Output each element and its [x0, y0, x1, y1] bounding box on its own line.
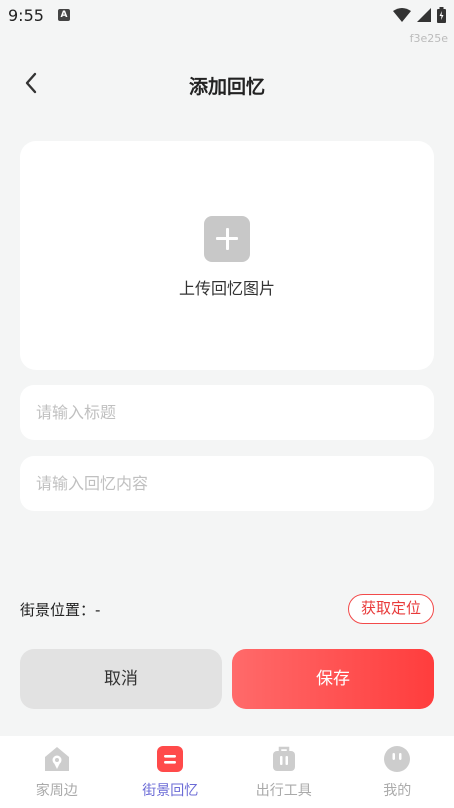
save-button[interactable]: 保存: [232, 649, 434, 709]
build-tag: f3e25e: [409, 32, 448, 45]
title-input[interactable]: [20, 385, 434, 440]
tab-travel-tools[interactable]: 出行工具: [227, 736, 341, 808]
battery-icon: [437, 7, 446, 23]
status-icons: [393, 6, 446, 24]
location-row: 街景位置：- 获取定位: [20, 594, 434, 624]
plus-icon: [204, 216, 250, 262]
notification-a-icon: A: [58, 9, 70, 21]
tab-label: 出行工具: [255, 783, 312, 799]
tab-street-memory[interactable]: 街景回忆: [114, 736, 228, 808]
tab-mine[interactable]: 我的: [341, 736, 454, 808]
cancel-button[interactable]: 取消: [20, 649, 222, 709]
upload-image-card[interactable]: 上传回忆图片: [20, 141, 434, 370]
home-location-icon: [43, 745, 71, 773]
status-time: 9:55: [8, 6, 44, 25]
upload-label: 上传回忆图片: [178, 279, 275, 298]
get-location-button[interactable]: 获取定位: [347, 594, 434, 624]
content-input[interactable]: [20, 456, 434, 511]
luggage-icon: [270, 745, 298, 773]
header: 添加回忆: [0, 62, 454, 106]
tab-label: 家周边: [35, 783, 78, 799]
title-field: [20, 385, 434, 440]
content-field: [20, 456, 434, 511]
tab-home-nearby[interactable]: 家周边: [0, 736, 114, 808]
wifi-icon: [393, 8, 411, 22]
profile-face-icon: [383, 745, 411, 773]
memory-icon: [156, 745, 184, 773]
signal-icon: [417, 8, 431, 22]
street-view-location-label: 街景位置：-: [20, 601, 101, 619]
status-bar: 9:55 A f3e25e: [0, 0, 454, 45]
bottom-tab-bar: 家周边 街景回忆 出行工具 我的: [0, 736, 454, 808]
page-title: 添加回忆: [188, 76, 265, 98]
tab-label: 街景回忆: [142, 783, 199, 799]
tab-label: 我的: [383, 783, 412, 799]
